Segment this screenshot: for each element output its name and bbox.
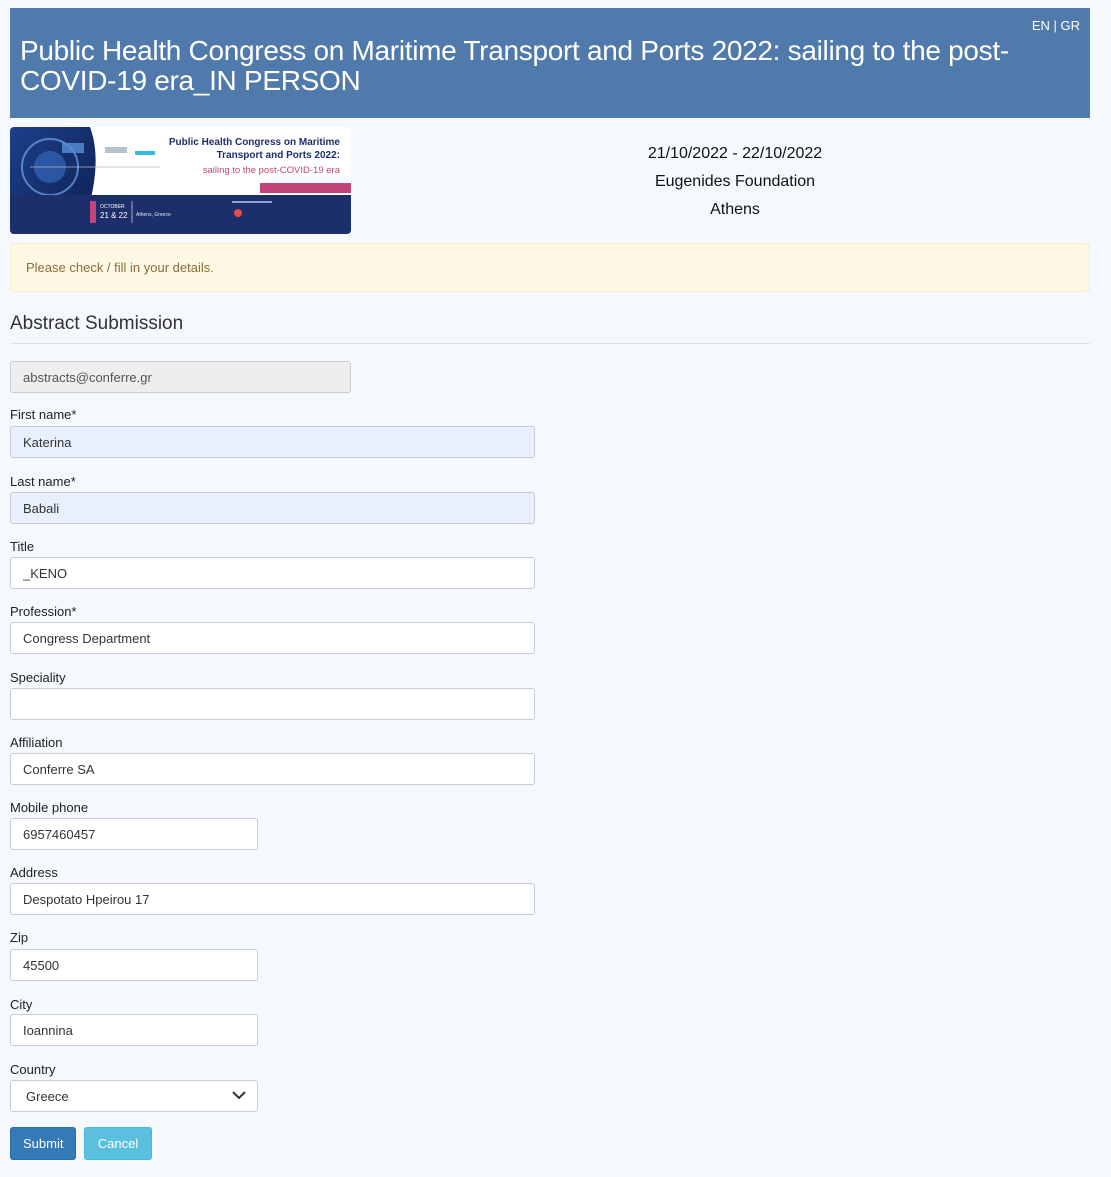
banner-location: Athens, Greece — [136, 212, 171, 218]
page-title: Public Health Congress on Maritime Trans… — [20, 35, 1009, 96]
lang-separator: | — [1049, 18, 1061, 33]
first-name-input[interactable] — [10, 426, 535, 458]
banner-title-line1: Public Health Congress on Maritime — [169, 137, 341, 148]
event-dates: 21/10/2022 - 22/10/2022 — [647, 145, 823, 162]
page-header: Public Health Congress on Maritime Trans… — [10, 8, 1090, 118]
mobile-phone-label: Mobile phone — [10, 800, 89, 815]
email-field — [10, 361, 351, 393]
affiliation-input[interactable] — [10, 753, 535, 785]
country-label: Country — [10, 1062, 56, 1077]
lang-gr-link[interactable]: GR — [1061, 18, 1081, 33]
chevron-down-icon — [232, 1091, 246, 1100]
info-alert: Please check / fill in your details. — [10, 243, 1090, 292]
event-info: 21/10/2022 - 22/10/2022 Eugenides Founda… — [560, 140, 910, 224]
speciality-label: Speciality — [10, 670, 66, 685]
mobile-phone-input[interactable] — [10, 818, 258, 850]
address-label: Address — [10, 865, 58, 880]
country-selected-value: Greece — [26, 1089, 69, 1104]
address-input[interactable] — [10, 883, 535, 915]
banner-graphic: Public Health Congress on Maritime Trans… — [10, 127, 351, 234]
event-city: Athens — [710, 201, 760, 218]
country-select[interactable]: Greece — [10, 1080, 258, 1112]
banner-subtitle: sailing to the post-COVID-19 era — [203, 165, 341, 176]
title-input[interactable] — [10, 557, 535, 589]
zip-input[interactable] — [10, 949, 258, 981]
banner-days: 21 & 22 — [100, 211, 128, 220]
profession-input[interactable] — [10, 622, 535, 654]
city-label: City — [10, 997, 33, 1012]
last-name-input[interactable] — [10, 492, 535, 524]
lang-en-link[interactable]: EN — [1032, 18, 1050, 33]
submit-button[interactable]: Submit — [10, 1127, 76, 1160]
city-input[interactable] — [10, 1014, 258, 1046]
congress-banner-image: Public Health Congress on Maritime Trans… — [10, 127, 351, 234]
cancel-button[interactable]: Cancel — [84, 1127, 152, 1160]
banner-title-line2: Transport and Ports 2022: — [217, 150, 340, 161]
speciality-input[interactable] — [10, 688, 535, 720]
affiliation-label: Affiliation — [10, 735, 63, 750]
banner-month: OCTOBER — [100, 204, 125, 210]
title-label: Title — [10, 539, 35, 554]
event-venue: Eugenides Foundation — [654, 173, 816, 190]
alert-text: Please check / fill in your details. — [26, 260, 214, 275]
zip-label: Zip — [10, 930, 29, 945]
language-switcher: EN | GR — [1032, 18, 1080, 33]
profession-label: Profession* — [10, 604, 77, 619]
last-name-label: Last name* — [10, 474, 76, 489]
first-name-label: First name* — [10, 407, 77, 422]
section-title: Abstract Submission — [10, 313, 1090, 344]
